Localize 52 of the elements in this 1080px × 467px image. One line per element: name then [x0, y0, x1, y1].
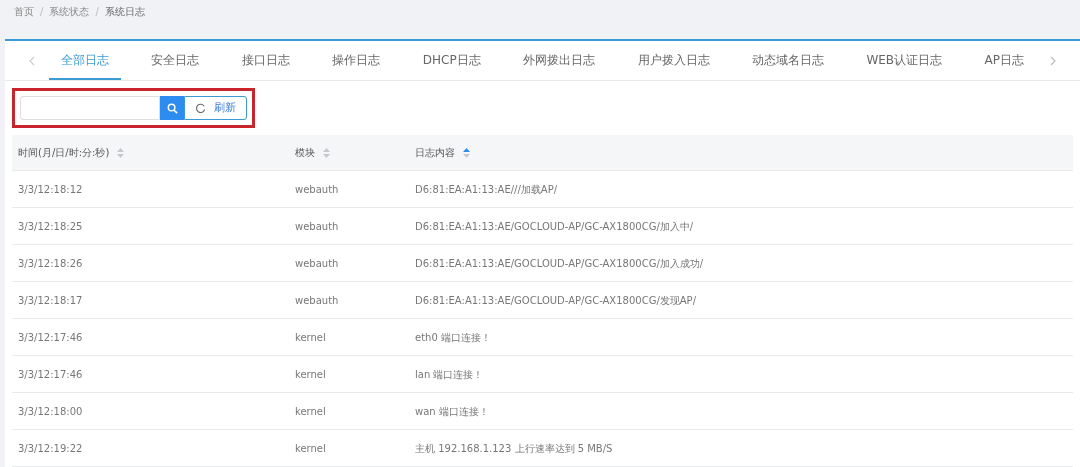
column-header: 模块	[295, 146, 315, 160]
refresh-button[interactable]: 刷新	[184, 96, 247, 120]
table-cell: webauth	[295, 257, 339, 269]
table-cell: 3/3/12:18:00	[18, 405, 83, 417]
table-cell: eth0 端口连接！	[415, 331, 491, 343]
sort-icon[interactable]	[323, 147, 330, 158]
sort-icon[interactable]	[117, 147, 125, 158]
table-cell: webauth	[295, 220, 339, 232]
column-header: 日志内容	[415, 146, 455, 160]
breadcrumb-separator: /	[95, 4, 99, 19]
log-tab[interactable]: DHCP日志	[410, 41, 493, 80]
log-tab[interactable]: 动态域名日志	[739, 41, 836, 80]
sort-icon[interactable]	[463, 147, 470, 158]
search-icon	[166, 102, 178, 114]
refresh-icon	[195, 102, 206, 114]
table-cell: 3/3/12:17:46	[18, 331, 83, 343]
search-button[interactable]	[160, 96, 184, 120]
table-cell: 3/3/12:18:25	[18, 220, 83, 232]
table-cell: 3/3/12:18:12	[18, 183, 83, 195]
table-cell: D6:81:EA:A1:13:AE/GOCLOUD-AP/GC-AX1800CG/发现AP/	[415, 294, 696, 306]
log-tab[interactable]: WEB认证日志	[854, 41, 955, 80]
table-cell: 3/3/12:17:46	[18, 368, 83, 380]
table-cell: 3/3/12:18:17	[18, 294, 83, 306]
breadcrumb-separator: /	[40, 4, 44, 19]
log-tab[interactable]: 用户拨入日志	[625, 41, 722, 80]
log-tab[interactable]: AP日志	[972, 41, 1036, 80]
log-tab[interactable]: 全部日志	[49, 41, 121, 80]
table-cell: 主机 192.168.1.123 上行速率达到 5 MB/S	[415, 442, 613, 454]
table-cell: kernel	[295, 442, 326, 454]
breadcrumb-item[interactable]: 系统状态	[49, 3, 90, 19]
log-tab[interactable]: 接口日志	[229, 41, 302, 80]
breadcrumb-item: 系统日志	[104, 4, 145, 19]
log-tab[interactable]: 安全日志	[139, 41, 212, 80]
scroll-right-icon[interactable]	[1050, 55, 1056, 66]
table-cell: wan 端口连接！	[415, 405, 489, 417]
search-field[interactable]	[20, 96, 160, 120]
table-cell: kernel	[295, 368, 326, 380]
log-tab[interactable]: 外网拨出日志	[511, 41, 608, 80]
table-cell: kernel	[295, 405, 326, 417]
scroll-left-icon[interactable]	[29, 55, 35, 66]
table-cell: webauth	[295, 183, 339, 195]
table-cell: D6:81:EA:A1:13:AE///加载AP/	[415, 183, 558, 195]
log-tab[interactable]: 操作日志	[320, 41, 393, 80]
table-cell: kernel	[295, 331, 326, 343]
table-cell: lan 端口连接！	[415, 368, 484, 380]
table-cell: D6:81:EA:A1:13:AE/GOCLOUD-AP/GC-AX1800CG/加入成功/	[415, 257, 704, 269]
table-cell: 3/3/12:18:26	[18, 257, 83, 269]
table-cell: D6:81:EA:A1:13:AE/GOCLOUD-AP/GC-AX1800CG/加入中/	[415, 220, 694, 232]
table-cell: webauth	[295, 294, 339, 306]
breadcrumb-item[interactable]: 首页	[14, 3, 34, 19]
column-header: 时间(月/日/时:分:秒)	[18, 146, 110, 160]
table-cell: 3/3/12:19:22	[18, 442, 83, 454]
